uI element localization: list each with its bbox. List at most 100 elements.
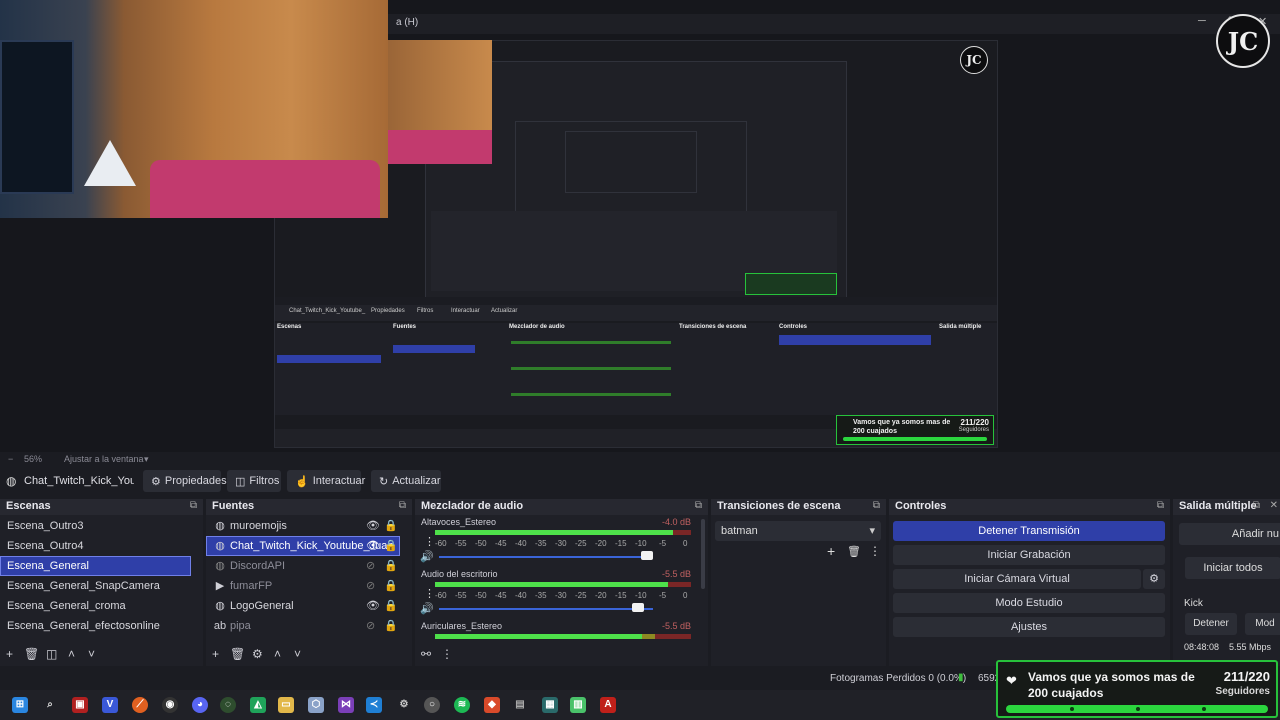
discord-icon[interactable]: ◕ [192, 697, 208, 713]
kebab-icon[interactable]: ⋮ [424, 587, 435, 600]
chevron-down-icon[interactable]: ▾ [144, 454, 149, 465]
add-icon[interactable]: + [827, 543, 835, 559]
game-icon[interactable]: ◌ [220, 697, 236, 713]
v-app-icon[interactable]: V [102, 697, 118, 713]
source-item[interactable]: ◍ DiscordAPI ⊘ 🔒 [206, 556, 400, 576]
chevron-up-icon[interactable]: ˄ [274, 647, 281, 661]
virtual-camera-settings-button[interactable]: ⚙ [1143, 569, 1165, 589]
modify-output-button[interactable]: Mod [1245, 613, 1280, 635]
trash-icon[interactable]: 🗑 [847, 545, 861, 558]
undock-icon[interactable]: ⧉ [190, 500, 197, 511]
chevron-down-icon[interactable]: ˅ [294, 647, 301, 661]
lock-icon[interactable]: 🔒 [384, 596, 398, 616]
app-icon[interactable]: ▦ [542, 697, 558, 713]
store-icon[interactable]: ◭ [250, 697, 266, 713]
source-item[interactable]: ◍ muroemojis 👁 🔒 [206, 516, 400, 536]
volume-slider[interactable] [439, 608, 653, 610]
lock-icon[interactable]: 🔒 [384, 576, 398, 596]
source-list: ◍ muroemojis 👁 🔒 ◍ Chat_Twitch_Kick_Youtub… [206, 515, 412, 636]
undock-icon[interactable]: ⧉ [1157, 500, 1164, 511]
scene-item[interactable]: Escena_Outro3 [0, 516, 191, 536]
visual-studio-icon[interactable]: ⋈ [338, 697, 354, 713]
fit-window-label[interactable]: Ajustar a la ventana [64, 454, 144, 464]
lock-icon[interactable]: 🔒 [384, 616, 398, 636]
eye-icon[interactable]: 👁 [366, 516, 380, 536]
zoom-minus-icon[interactable]: − [8, 454, 13, 464]
spotify-icon[interactable]: ≋ [454, 697, 470, 713]
add-icon[interactable]: + [6, 647, 13, 661]
trash-icon[interactable]: 🗑 [24, 647, 39, 661]
windows-start-icon[interactable]: ⊞ [12, 697, 28, 713]
kebab-icon[interactable]: ⋮ [869, 544, 881, 558]
lock-icon[interactable]: 🔒 [384, 516, 398, 536]
source-item[interactable]: ab pipa ⊘ 🔒 [206, 616, 400, 636]
undock-icon[interactable]: ⧉ [873, 500, 880, 511]
stop-streaming-button[interactable]: Detener Transmisión [893, 521, 1165, 541]
scenes-dock: Escenas ⧉ Escena_Outro3 Escena_Outro4 Es… [0, 499, 203, 666]
scene-item[interactable]: Escena_General_croma [0, 596, 191, 616]
filter-icon[interactable]: ◫ [46, 647, 57, 661]
stop-output-button[interactable]: Detener [1185, 613, 1237, 635]
cube-icon[interactable]: ⬡ [308, 697, 324, 713]
lock-icon[interactable]: 🔒 [384, 536, 398, 556]
undock-icon[interactable]: ⧉ [399, 500, 406, 511]
folder-icon[interactable]: ▭ [278, 697, 294, 713]
volume-knob[interactable] [640, 551, 653, 560]
program-preview[interactable]: a (H) ─ ❐ ✕ Chat_Twitch_Kick_Youtube_ Pr… [0, 0, 1280, 452]
zoom-level[interactable]: 56% [24, 454, 42, 464]
volume-knob[interactable] [632, 603, 645, 612]
kebab-icon[interactable]: ⋮ [424, 535, 435, 548]
transitions-dock-header: Transiciones de escena ⧉ [711, 499, 886, 515]
eye-off-icon[interactable]: ⊘ [366, 556, 375, 576]
git-icon[interactable]: ◆ [484, 697, 500, 713]
add-output-button[interactable]: Añadir nu [1179, 523, 1280, 545]
eye-icon[interactable]: 👁 [366, 536, 380, 556]
speaker-icon[interactable]: 🔊 [420, 550, 434, 563]
minimize-icon[interactable]: ─ [1198, 15, 1206, 27]
filters-button[interactable]: ◫ Filtros [227, 470, 281, 492]
volume-slider[interactable] [439, 556, 653, 558]
brave-icon[interactable]: ⟋ [132, 697, 148, 713]
eye-icon[interactable]: 👁 [366, 596, 380, 616]
scene-item[interactable]: Escena_General_efectosonline [0, 616, 191, 636]
trash-icon[interactable]: 🗑 [230, 647, 245, 661]
obs-icon[interactable]: ◉ [162, 697, 178, 713]
studio-mode-button[interactable]: Modo Estudio [893, 593, 1165, 613]
scene-item[interactable]: Escena_General_SnapCamera [0, 576, 191, 596]
pdf-icon[interactable]: A [600, 697, 616, 713]
circle-app-icon[interactable]: ○ [424, 697, 440, 713]
vscode-icon[interactable]: ≺ [366, 697, 382, 713]
speaker-icon[interactable]: 🔊 [420, 602, 434, 615]
close-icon[interactable]: ✕ [1270, 500, 1278, 511]
scene-item[interactable]: Escena_Outro4 [0, 536, 191, 556]
source-item-selected[interactable]: ◍ Chat_Twitch_Kick_Youtube_Juan 👁 🔒 [206, 536, 400, 556]
link-icon[interactable]: ⚯ [421, 647, 431, 661]
settings-app-icon[interactable]: ⚙ [396, 697, 412, 713]
scene-item-selected[interactable]: Escena_General [0, 556, 191, 576]
kebab-icon[interactable]: ⋮ [441, 647, 453, 661]
eye-off-icon[interactable]: ⊘ [366, 576, 375, 596]
notes-icon[interactable]: ▥ [570, 697, 586, 713]
start-virtual-camera-button[interactable]: Iniciar Cámara Virtual [893, 569, 1141, 589]
app-icon[interactable]: ▤ [512, 697, 528, 713]
undock-icon[interactable]: ⧉ [1253, 500, 1260, 511]
gear-icon[interactable]: ⚙ [252, 647, 263, 661]
chevron-down-icon[interactable]: ˅ [88, 647, 95, 661]
start-recording-button[interactable]: Iniciar Grabación [893, 545, 1165, 565]
search-icon[interactable]: ⌕ [42, 697, 58, 713]
properties-button[interactable]: ⚙ Propiedades [143, 470, 227, 492]
source-item[interactable]: ◍ LogoGeneral 👁 🔒 [206, 596, 400, 616]
interact-button[interactable]: ☝ Interactuar [287, 470, 365, 492]
app-icon[interactable]: ▣ [72, 697, 88, 713]
undock-icon[interactable]: ⧉ [695, 500, 702, 511]
chevron-up-icon[interactable]: ˄ [68, 647, 75, 661]
transition-select[interactable]: batman ▾ [715, 521, 881, 541]
settings-button[interactable]: Ajustes [893, 617, 1165, 637]
add-icon[interactable]: + [212, 647, 219, 661]
lock-icon[interactable]: 🔒 [384, 556, 398, 576]
eye-off-icon[interactable]: ⊘ [366, 616, 375, 636]
start-all-button[interactable]: Iniciar todos [1185, 557, 1280, 579]
source-item[interactable]: ▶ fumarFP ⊘ 🔒 [206, 576, 400, 596]
refresh-button[interactable]: ↻ Actualizar [371, 470, 441, 492]
mixer-scrollbar[interactable] [701, 519, 705, 589]
